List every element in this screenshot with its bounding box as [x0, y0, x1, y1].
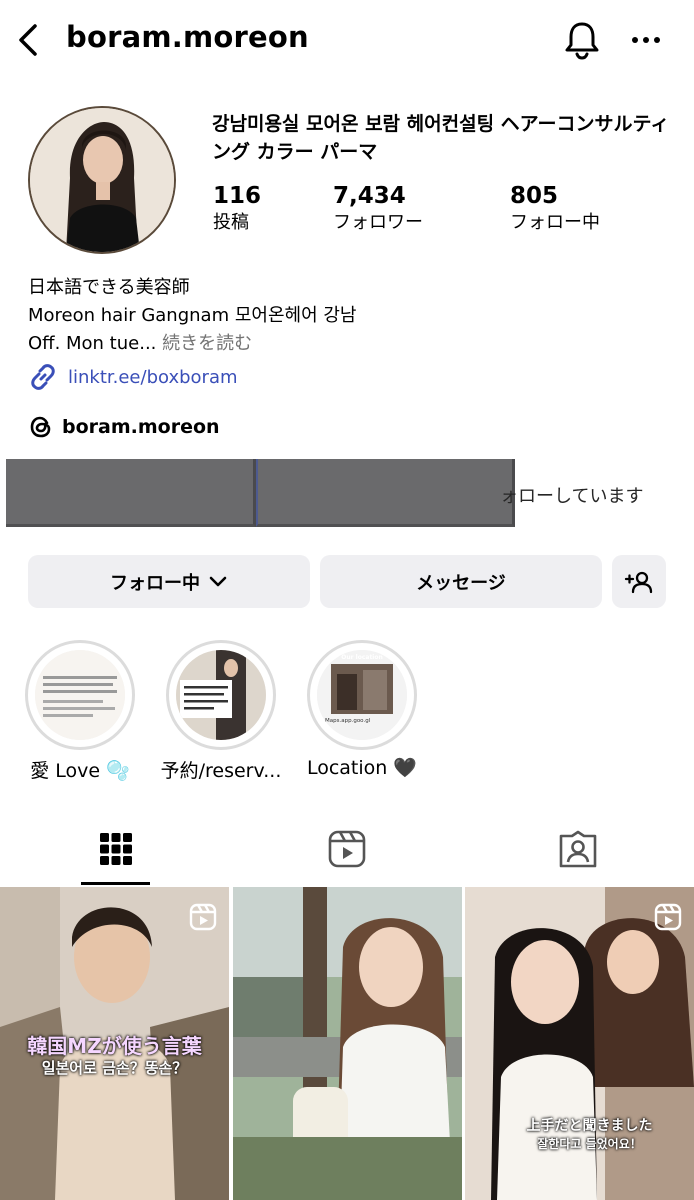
profile-tabs — [0, 812, 694, 886]
redaction-block — [256, 459, 515, 527]
avatar[interactable] — [28, 106, 176, 254]
chevron-down-icon — [209, 576, 227, 586]
message-button-label: メッセージ — [416, 572, 506, 594]
notifications-button[interactable] — [560, 18, 604, 62]
post-thumbnail — [465, 887, 694, 1200]
external-link[interactable]: linktr.ee/boxboram — [28, 362, 238, 392]
following-button[interactable]: フォロー中 — [28, 555, 310, 608]
add-person-icon — [624, 571, 653, 593]
bio-line: 日本語できる美容師 — [28, 277, 190, 298]
link-icon — [31, 364, 55, 390]
post-caption-sub: 일본어로 금손？똥손？ — [41, 1059, 188, 1077]
page-title: boram.moreon — [66, 20, 309, 54]
more-dots-icon — [632, 37, 660, 43]
highlight-label: 予約/reserv... — [160, 760, 282, 782]
followed-by-text[interactable]: ォローしています — [500, 482, 643, 508]
following-stat[interactable]: 805 フォロー中 — [510, 182, 600, 236]
reel-badge-icon — [654, 903, 682, 931]
story-highlight[interactable]: 予約/reserv... — [161, 640, 281, 782]
grid-icon — [99, 833, 132, 865]
bio-line: Off. Mon tue... 続きを読む — [28, 330, 356, 358]
posts-count: 116 — [213, 183, 262, 209]
following-count: 805 — [510, 183, 559, 209]
bell-icon — [565, 22, 599, 60]
highlight-ring — [166, 640, 276, 750]
highlight-cover-caption: Maps.app.goo.gl — [325, 718, 371, 724]
threads-icon — [30, 416, 51, 438]
redaction-block — [6, 459, 256, 527]
followers-stat[interactable]: 7,434 フォロワー — [333, 182, 423, 236]
highlight-ring: Our location Maps.app.goo.gl — [307, 640, 417, 750]
post-thumbnail — [233, 887, 462, 1200]
reels-icon — [328, 830, 365, 868]
story-highlight[interactable]: Our location Maps.app.goo.gl Location 🖤 — [306, 640, 418, 779]
active-tab-indicator — [81, 882, 150, 885]
link-text[interactable]: linktr.ee/boxboram — [68, 367, 238, 388]
reel-badge-icon — [189, 903, 217, 931]
story-highlight[interactable]: 愛 Love 🫧 — [24, 640, 136, 782]
chevron-left-icon — [19, 24, 37, 56]
highlight-cover — [176, 650, 266, 740]
following-button-label: フォロー中 — [110, 572, 200, 594]
suggested-users-button[interactable] — [612, 555, 666, 608]
grid-post[interactable]: 韓国MZが使う言葉 일본어로 금손？똥손？ — [0, 887, 229, 1200]
read-more-link[interactable]: 続きを読む — [162, 333, 252, 354]
post-caption-sub: 잘한다고 들었어요！ — [537, 1137, 642, 1151]
profile-header: boram.moreon — [0, 0, 694, 80]
following-label: フォロー中 — [510, 212, 600, 233]
post-caption-main: 韓国MZが使う言葉 — [27, 1034, 202, 1058]
back-button[interactable] — [10, 18, 46, 62]
highlight-cover: Our location Maps.app.goo.gl — [317, 650, 407, 740]
highlight-label: Location 🖤 — [306, 757, 418, 779]
grid-post[interactable]: 上手だと聞きました 잘한다고 들었어요！ — [465, 887, 694, 1200]
threads-badge[interactable]: boram.moreon — [28, 414, 220, 440]
tab-posts[interactable] — [0, 812, 231, 886]
bio-line: Moreon hair Gangnam 모어온헤어 강남 — [28, 305, 357, 326]
highlight-ring — [25, 640, 135, 750]
tab-tagged[interactable] — [462, 812, 693, 886]
highlight-label: 愛 Love 🫧 — [30, 760, 130, 782]
tab-reels[interactable] — [231, 812, 462, 886]
post-caption-main: 上手だと聞きました — [526, 1118, 653, 1134]
followers-count: 7,434 — [333, 183, 406, 209]
posts-stat[interactable]: 116 投稿 — [213, 182, 261, 236]
more-options-button[interactable] — [624, 18, 668, 62]
followers-label: フォロワー — [333, 212, 423, 233]
threads-handle: boram.moreon — [62, 416, 220, 438]
profile-photo — [30, 108, 174, 252]
message-button[interactable]: メッセージ — [320, 555, 602, 608]
tagged-person-icon — [559, 830, 596, 868]
highlight-cover-title: Our location — [341, 654, 383, 661]
bio-line-text: Off. Mon tue... — [28, 333, 157, 354]
highlight-cover — [35, 650, 125, 740]
display-name: 강남미용실 모어온 보람 헤어컨설팅 ヘアーコンサルティング カラー パーマ — [212, 113, 670, 163]
grid-post[interactable] — [233, 887, 462, 1200]
bio: 日本語できる美容師 Moreon hair Gangnam 모어온헤어 강남 O… — [28, 274, 356, 358]
posts-label: 投稿 — [213, 212, 249, 233]
